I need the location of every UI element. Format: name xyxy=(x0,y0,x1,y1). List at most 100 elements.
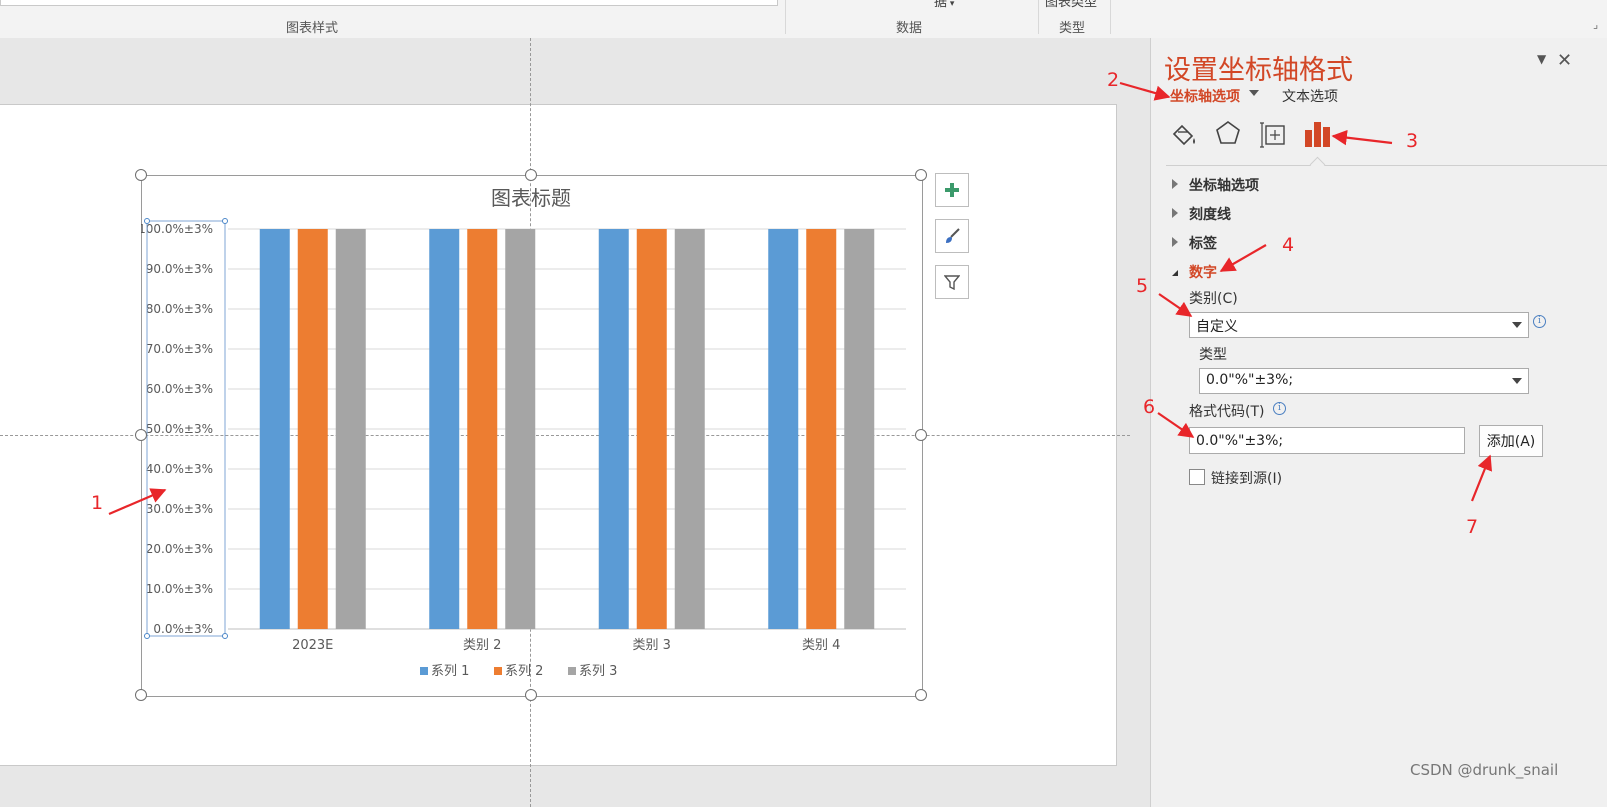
y-tick-label: 10.0%±3% xyxy=(146,582,213,596)
ribbon-cut-label-type[interactable]: 图表类型 xyxy=(1045,0,1097,10)
pane-divider xyxy=(1166,165,1607,166)
bar xyxy=(259,229,290,629)
collapse-triangle-icon xyxy=(1172,270,1178,276)
chart-styles-button[interactable] xyxy=(935,219,969,253)
bar xyxy=(806,229,837,629)
chevron-down-icon[interactable] xyxy=(1249,90,1259,96)
add-button[interactable]: 添加(A) xyxy=(1479,425,1543,457)
section-number[interactable]: 数字 xyxy=(1172,262,1217,282)
resize-handle[interactable] xyxy=(915,169,927,181)
type-label: 类型 xyxy=(1199,347,1227,363)
bar xyxy=(505,229,536,629)
x-tick-label: 类别 3 xyxy=(633,638,671,653)
section-labels[interactable]: 标签 xyxy=(1172,233,1217,253)
legend-label: 系列 1 xyxy=(431,664,469,679)
resize-handle[interactable] xyxy=(525,689,537,701)
chevron-down-icon xyxy=(1512,322,1522,328)
tab-axis-options[interactable]: 坐标轴选项 xyxy=(1170,86,1240,106)
section-axis-options[interactable]: 坐标轴选项 xyxy=(1172,175,1259,195)
filter-icon xyxy=(944,275,960,290)
type-select[interactable]: 0.0"%"±3%; xyxy=(1199,368,1529,394)
effects-icon[interactable] xyxy=(1212,118,1244,150)
chart-area[interactable]: 图表标题 0.0%±3% 10.0%±3% 20.0%±3% 30.0%±3% 40.0%… xyxy=(141,175,921,695)
axis-selection-handle xyxy=(222,218,228,224)
resize-handle[interactable] xyxy=(525,169,537,181)
legend-swatch xyxy=(420,667,428,675)
resize-handle[interactable] xyxy=(135,429,147,441)
category-select[interactable]: 自定义 xyxy=(1189,312,1529,338)
pane-title: 设置坐标轴格式 xyxy=(1164,55,1353,86)
annotation-number-5: 5 xyxy=(1136,275,1149,297)
bar xyxy=(335,229,366,629)
tab-text-options[interactable]: 文本选项 xyxy=(1282,86,1338,106)
axis-selection-handle xyxy=(144,218,150,224)
chevron-down-icon xyxy=(1512,378,1522,384)
resize-handle[interactable] xyxy=(135,169,147,181)
y-tick-label: 20.0%±3% xyxy=(146,542,213,556)
fill-line-icon[interactable] xyxy=(1168,118,1200,150)
axis-options-icon[interactable] xyxy=(1303,118,1335,150)
ribbon: 图表样式 据 ▾ 数据 图表类型 类型 ⌟ xyxy=(0,0,1607,39)
section-tick-marks[interactable]: 刻度线 xyxy=(1172,204,1231,224)
bar xyxy=(429,229,460,629)
annotation-number-2: 2 xyxy=(1107,69,1120,91)
ribbon-cut-label-data[interactable]: 据 ▾ xyxy=(934,0,954,10)
x-tick-label: 2023E xyxy=(292,638,333,653)
y-tick-label: 60.0%±3% xyxy=(146,382,213,396)
y-tick-label: 70.0%±3% xyxy=(146,342,213,356)
y-tick-label: 80.0%±3% xyxy=(146,302,213,316)
ribbon-expand-icon[interactable]: ⌟ xyxy=(1593,18,1598,31)
bar xyxy=(768,229,799,629)
annotation-number-1: 1 xyxy=(91,492,104,514)
ribbon-group-data: 数据 xyxy=(896,21,923,36)
resize-handle[interactable] xyxy=(135,689,147,701)
legend-label: 系列 3 xyxy=(579,664,617,679)
category-label: 类别(C) xyxy=(1189,291,1238,307)
chart-elements-button[interactable] xyxy=(935,173,969,207)
bar xyxy=(844,229,875,629)
bar xyxy=(297,229,328,629)
expand-triangle-icon xyxy=(1172,208,1178,218)
ribbon-separator xyxy=(1110,0,1111,34)
format-axis-pane xyxy=(1150,38,1607,807)
annotation-number-4: 4 xyxy=(1282,234,1295,256)
ribbon-group-chart-styles: 图表样式 xyxy=(286,21,339,36)
y-tick-label: 0.0%±3% xyxy=(153,622,213,636)
x-tick-label: 类别 4 xyxy=(802,638,840,653)
legend-swatch xyxy=(568,667,576,675)
annotation-number-6: 6 xyxy=(1143,396,1156,418)
format-code-label: 格式代码(T) xyxy=(1189,404,1265,420)
chart-styles-gallery[interactable] xyxy=(0,0,778,6)
resize-handle[interactable] xyxy=(915,689,927,701)
paintbrush-icon xyxy=(946,228,960,243)
chart-title: 图表标题 xyxy=(491,186,571,210)
bar xyxy=(674,229,705,629)
y-tick-label: 90.0%±3% xyxy=(146,262,213,276)
expand-triangle-icon xyxy=(1172,237,1178,247)
bar xyxy=(598,229,629,629)
ribbon-separator xyxy=(1038,0,1039,34)
annotation-number-7: 7 xyxy=(1466,516,1479,538)
chart-filters-button[interactable] xyxy=(935,265,969,299)
y-tick-label: 30.0%±3% xyxy=(146,502,213,516)
legend-swatch xyxy=(494,667,502,675)
format-code-input[interactable] xyxy=(1189,427,1465,454)
axis-selection-handle xyxy=(222,633,228,639)
bar xyxy=(636,229,667,629)
resize-handle[interactable] xyxy=(915,429,927,441)
link-to-source-checkbox[interactable] xyxy=(1189,469,1205,485)
bar xyxy=(467,229,498,629)
plus-icon xyxy=(945,183,959,197)
close-pane-icon[interactable]: ✕ xyxy=(1557,50,1572,71)
y-tick-label: 100.0%±3% xyxy=(141,222,213,236)
y-tick-label: 50.0%±3% xyxy=(146,422,213,436)
pane-options-chevron-icon[interactable]: ▼ xyxy=(1537,52,1546,66)
annotation-number-3: 3 xyxy=(1406,130,1419,152)
watermark: CSDN @drunk_snail xyxy=(1410,761,1559,779)
info-icon[interactable]: i xyxy=(1533,315,1546,328)
ribbon-separator xyxy=(785,0,786,34)
info-icon[interactable]: i xyxy=(1273,402,1286,415)
size-properties-icon[interactable] xyxy=(1258,118,1290,150)
x-tick-label: 类别 2 xyxy=(463,638,501,653)
axis-selection-handle xyxy=(144,633,150,639)
